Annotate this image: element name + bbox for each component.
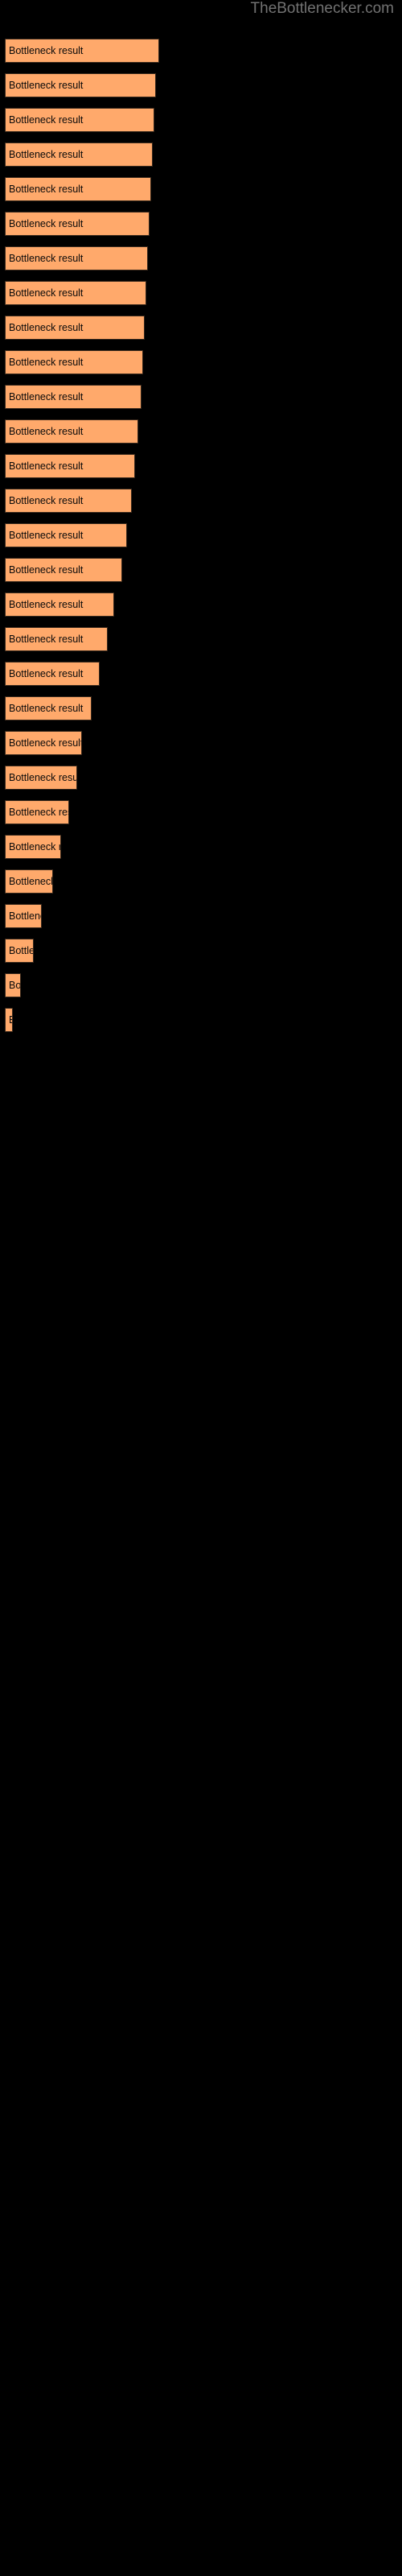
bar-row: Bottleneck result [0, 385, 402, 409]
chart-bar-label: Bottleneck result [9, 287, 84, 299]
chart-bar-label: Bottleneck result [9, 737, 82, 749]
chart-bar-label: Bottleneck result [9, 772, 77, 783]
chart-bar[interactable]: Bottleneck result [5, 177, 151, 201]
bar-row: Bottleneck result [0, 731, 402, 755]
chart-bar-label: Bottleneck result [9, 80, 84, 91]
chart-bar-label: Bottleneck result [9, 357, 84, 368]
bar-row: Bottleneck result [0, 177, 402, 201]
bar-row: Bottleneck result [0, 766, 402, 790]
bar-row: Bottleneck result [0, 419, 402, 444]
bar-row: Bottleneck result [0, 973, 402, 997]
chart-bar-label: Bottleneck result [9, 876, 53, 887]
chart-bar-label: Bottleneck result [9, 322, 84, 333]
chart-bar-label: Bottleneck result [9, 807, 68, 818]
bar-row: Bottleneck result [0, 73, 402, 97]
chart-bar-label: Bottleneck result [9, 841, 60, 852]
chart-bar[interactable]: Bottleneck result [5, 696, 92, 720]
bar-row: Bottleneck result [0, 904, 402, 928]
chart-bar[interactable]: Bottleneck result [5, 662, 100, 686]
chart-bar-label: Bottleneck result [9, 945, 33, 956]
chart-bar[interactable]: Bottleneck result [5, 800, 69, 824]
chart-bar-label: Bottleneck result [9, 703, 84, 714]
chart-bar[interactable]: Bottleneck result [5, 142, 153, 167]
chart-bar-label: Bottleneck result [9, 184, 84, 195]
chart-bar[interactable]: Bottleneck result [5, 558, 122, 582]
chart-bar-label: Bottleneck result [9, 149, 84, 160]
bar-row: Bottleneck result [0, 316, 402, 340]
bar-row: Bottleneck result [0, 696, 402, 720]
bar-row: Bottleneck result [0, 558, 402, 582]
chart-bar[interactable]: Bottleneck result [5, 246, 148, 270]
chart-bar-label: Bottleneck result [9, 599, 84, 610]
chart-bar[interactable]: Bottleneck result [5, 766, 77, 790]
chart-bar-label: Bottleneck result [9, 391, 84, 402]
chart-bar[interactable]: Bottleneck result [5, 904, 42, 928]
chart-bar[interactable]: Bottleneck result [5, 350, 143, 374]
chart-bar[interactable]: Bottleneck result [5, 73, 156, 97]
bar-row: Bottleneck result [0, 592, 402, 617]
bar-row: Bottleneck result [0, 800, 402, 824]
bar-row: Bottleneck result [0, 627, 402, 651]
bar-row: Bottleneck result [0, 39, 402, 63]
bar-row: Bottleneck result [0, 142, 402, 167]
bar-row: Bottleneck result [0, 1008, 402, 1032]
chart-bar-label: Bottleneck result [9, 460, 84, 472]
chart-bar-label: Bottleneck result [9, 426, 84, 437]
bar-row: Bottleneck result [0, 350, 402, 374]
chart-bar[interactable]: Bottleneck result [5, 869, 53, 894]
chart-bar[interactable]: Bottleneck result [5, 212, 150, 236]
bar-row: Bottleneck result [0, 662, 402, 686]
chart-bar[interactable]: Bottleneck result [5, 489, 132, 513]
chart-bar-label: Bottleneck result [9, 253, 84, 264]
chart-bar[interactable]: Bottleneck result [5, 281, 146, 305]
chart-bar[interactable]: Bottleneck result [5, 973, 21, 997]
chart-bar[interactable]: Bottleneck result [5, 592, 114, 617]
bar-row: Bottleneck result [0, 454, 402, 478]
chart-bar[interactable]: Bottleneck result [5, 731, 82, 755]
chart-bar[interactable]: Bottleneck result [5, 108, 154, 132]
chart-bar[interactable]: Bottleneck result [5, 454, 135, 478]
chart-bar[interactable]: Bottleneck result [5, 316, 145, 340]
chart-bar[interactable]: Bottleneck result [5, 627, 108, 651]
chart-bar[interactable]: Bottleneck result [5, 385, 142, 409]
chart-bar-label: Bottleneck result [9, 45, 84, 56]
chart-bar-label: Bottleneck result [9, 564, 84, 576]
bar-row: Bottleneck result [0, 489, 402, 513]
chart-bar-label: Bottleneck result [9, 114, 84, 126]
chart-bar[interactable]: Bottleneck result [5, 835, 61, 859]
bar-row: Bottleneck result [0, 212, 402, 236]
chart-bar[interactable]: Bottleneck result [5, 39, 159, 63]
chart-bar-label: Bottleneck result [9, 980, 21, 991]
chart-bar-label: Bottleneck result [9, 495, 84, 506]
chart-bar-label: Bottleneck result [9, 218, 84, 229]
chart-bar-label: Bottleneck result [9, 634, 84, 645]
chart-bar[interactable]: Bottleneck result [5, 939, 34, 963]
chart-bar[interactable]: Bottleneck result [5, 1008, 13, 1032]
bar-row: Bottleneck result [0, 108, 402, 132]
bar-row: Bottleneck result [0, 523, 402, 547]
chart-bar-label: Bottleneck result [9, 1014, 12, 1026]
bar-row: Bottleneck result [0, 1042, 402, 1067]
bar-row: Bottleneck result [0, 246, 402, 270]
bottleneck-result-bar-chart: Bottleneck result Bottleneck result Bottle… [0, 0, 402, 2576]
chart-bar[interactable]: Bottleneck result [5, 419, 138, 444]
chart-bar-label: Bottleneck result [9, 668, 84, 679]
chart-bar-label: Bottleneck result [9, 910, 41, 922]
chart-bar-label: Bottleneck result [9, 530, 84, 541]
bar-row: Bottleneck result [0, 281, 402, 305]
chart-bar[interactable]: Bottleneck result [5, 523, 127, 547]
bar-row: Bottleneck result [0, 835, 402, 859]
bar-row: Bottleneck result [0, 939, 402, 963]
bar-row: Bottleneck result [0, 869, 402, 894]
